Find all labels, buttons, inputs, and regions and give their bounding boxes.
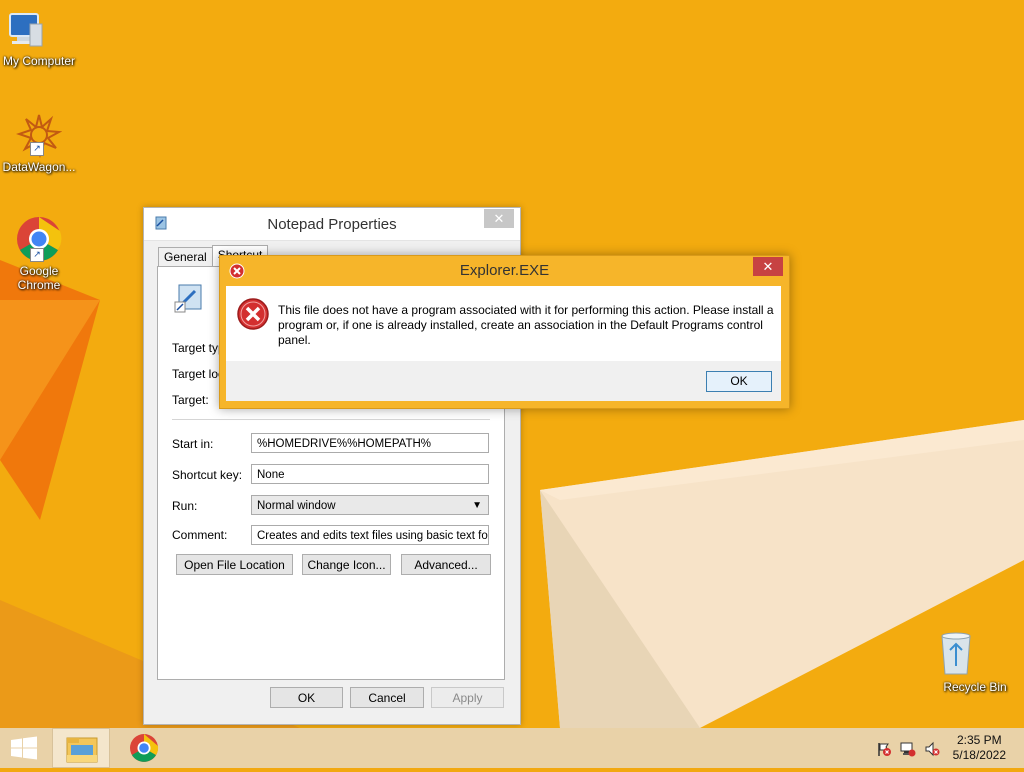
notepad-large-icon (174, 284, 202, 313)
chrome-icon (130, 734, 159, 762)
computer-icon (9, 10, 62, 52)
start-in-label: Start in: (172, 437, 214, 451)
clock-date: 5/18/2022 (952, 748, 1006, 762)
target-location-label: Target loc (172, 367, 225, 381)
target-type-label: Target typ (172, 341, 225, 355)
error-close-button[interactable]: ✕ (753, 257, 783, 276)
taskbar: 2:35 PM 5/18/2022 (0, 728, 1024, 768)
open-file-location-button[interactable]: Open File Location (176, 554, 293, 575)
chevron-down-icon: ▼ (472, 500, 482, 511)
comment-field[interactable]: Creates and edits text files using basic… (251, 525, 489, 545)
recycle-bin-icon (941, 630, 995, 678)
desktop-icon-recycle-bin[interactable]: Recycle Bin (936, 630, 1014, 694)
volume-muted-icon[interactable] (924, 741, 940, 757)
shortcut-arrow-icon: ↗ (30, 142, 44, 156)
desktop-icon-datawagon[interactable]: ↗ DataWagon... (0, 112, 78, 174)
properties-title: Notepad Properties (267, 216, 397, 233)
ok-button[interactable]: OK (270, 687, 343, 708)
start-button[interactable] (0, 728, 48, 768)
desktop-icon-label: Recycle Bin (943, 680, 1007, 694)
error-footer: OK (226, 361, 781, 401)
taskbar-google-chrome[interactable] (116, 728, 172, 768)
desktop-icon-label: My Computer (2, 54, 76, 68)
tab-general[interactable]: General (158, 247, 213, 266)
cancel-button[interactable]: Cancel (350, 687, 424, 708)
divider (172, 419, 490, 420)
error-icon (237, 298, 269, 330)
properties-title-bar[interactable]: Notepad Properties ✕ (144, 208, 520, 241)
desktop-icon-label: DataWagon... (2, 160, 76, 174)
system-tray: 2:35 PM 5/18/2022 (844, 728, 1024, 768)
datawagon-icon: ↗ (16, 112, 62, 158)
apply-button[interactable]: Apply (431, 687, 504, 708)
taskbar-file-explorer[interactable] (52, 728, 110, 768)
desktop-icon-google-chrome[interactable]: ↗ Google Chrome (0, 216, 78, 292)
shortcut-key-label: Shortcut key: (172, 468, 243, 482)
run-label: Run: (172, 499, 198, 513)
shortcut-arrow-icon: ↗ (30, 248, 44, 262)
action-center-flag-icon[interactable] (876, 741, 892, 757)
network-icon[interactable] (900, 741, 916, 757)
advanced-button[interactable]: Advanced... (401, 554, 491, 575)
folder-icon (66, 737, 98, 763)
error-ok-button[interactable]: OK (706, 371, 772, 392)
comment-label: Comment: (172, 528, 228, 542)
start-in-field[interactable]: %HOMEDRIVE%%HOMEPATH% (251, 433, 489, 453)
windows-logo-icon (11, 736, 37, 760)
change-icon-button[interactable]: Change Icon... (302, 554, 391, 575)
error-body: This file does not have a program associ… (226, 286, 781, 361)
desktop-icon-label: Google Chrome (17, 264, 61, 292)
clock[interactable]: 2:35 PM 5/18/2022 (953, 733, 1006, 763)
properties-close-button[interactable]: ✕ (484, 209, 514, 228)
run-select[interactable]: Normal window ▼ (251, 495, 489, 515)
desktop-icon-my-computer[interactable]: My Computer (0, 10, 78, 68)
error-dialog: Explorer.EXE ✕ This file does not have a… (219, 255, 790, 409)
target-label: Target: (172, 393, 209, 407)
error-message: This file does not have a program associ… (278, 303, 774, 347)
clock-time: 2:35 PM (956, 733, 1002, 747)
error-title: Explorer.EXE (459, 262, 550, 279)
error-title-bar[interactable]: Explorer.EXE ✕ (220, 256, 789, 286)
shortcut-key-field[interactable]: None (251, 464, 489, 484)
run-select-value: Normal window (257, 500, 336, 512)
chrome-icon: ↗ (16, 216, 62, 262)
